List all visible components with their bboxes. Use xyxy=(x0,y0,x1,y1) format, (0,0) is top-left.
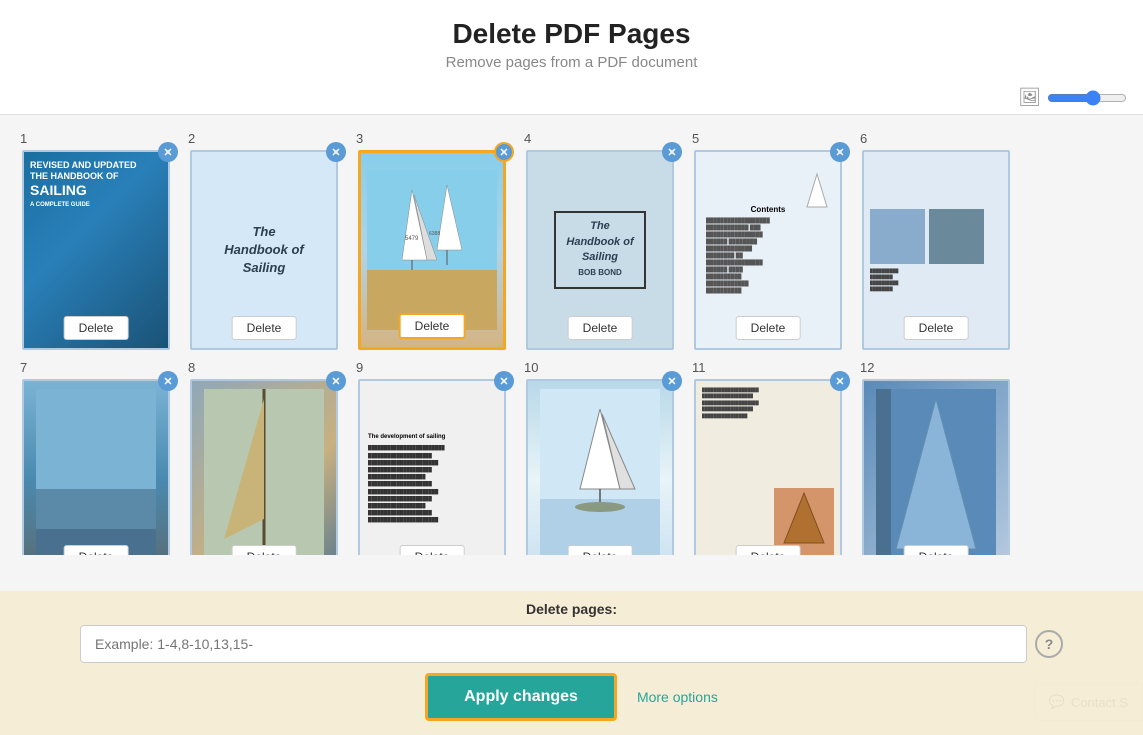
page-number-1: 1 xyxy=(12,131,27,146)
boat-sketch-illustration xyxy=(540,389,660,555)
page-item-12: 12 Delete xyxy=(852,360,1020,555)
blue-sail-illustration xyxy=(876,389,996,555)
page-item-2: 2 TheHandbook ofSailing Delete ✕ xyxy=(180,131,348,350)
svg-text:6388: 6388 xyxy=(429,231,440,237)
help-button[interactable]: ? xyxy=(1035,630,1063,658)
page-item-1: 1 REVISED AND UPDATEDTHE HANDBOOK OFSAIL… xyxy=(12,131,180,350)
page-item-11: 11 ████████████████████ ████████████████… xyxy=(684,360,852,555)
page-thumb-1: REVISED AND UPDATEDTHE HANDBOOK OFSAILIN… xyxy=(22,150,170,350)
delete-button-3[interactable]: Delete xyxy=(399,313,466,339)
page-thumb-container-10: Delete ✕ xyxy=(526,379,674,555)
apply-changes-button[interactable]: Apply changes xyxy=(425,673,617,721)
close-button-2[interactable]: ✕ xyxy=(326,142,346,162)
delete-button-4[interactable]: Delete xyxy=(568,316,633,340)
delete-button-11[interactable]: Delete xyxy=(736,545,801,555)
page-item-6: 6 ████████████████████████████████████ D… xyxy=(852,131,1020,350)
action-row: Apply changes More options xyxy=(80,673,1063,721)
page-number-2: 2 xyxy=(180,131,195,146)
more-options-link[interactable]: More options xyxy=(637,689,718,705)
delete-button-6[interactable]: Delete xyxy=(904,316,969,340)
mast-illustration xyxy=(204,389,324,555)
close-button-4[interactable]: ✕ xyxy=(662,142,682,162)
close-button-8[interactable]: ✕ xyxy=(326,371,346,391)
page-header: Delete PDF Pages Remove pages from a PDF… xyxy=(0,0,1143,81)
delete-button-10[interactable]: Delete xyxy=(568,545,633,555)
page-thumb-10: Delete xyxy=(526,379,674,555)
page-thumb-container-2: TheHandbook ofSailing Delete ✕ xyxy=(190,150,338,350)
page-thumb-container-12: Delete xyxy=(862,379,1010,555)
pages-grid: 1 REVISED AND UPDATEDTHE HANDBOOK OFSAIL… xyxy=(0,115,1143,555)
page-item-9: 9 The development of sailing ███████████… xyxy=(348,360,516,555)
toolbar: 🖼 xyxy=(0,81,1143,115)
page-subtitle: Remove pages from a PDF document xyxy=(0,54,1143,71)
bottom-panel: Delete pages: ? Apply changes More optio… xyxy=(0,591,1143,735)
close-button-1[interactable]: ✕ xyxy=(158,142,178,162)
delete-button-2[interactable]: Delete xyxy=(232,316,297,340)
sea-illustration-7 xyxy=(36,389,156,555)
delete-pages-label: Delete pages: xyxy=(80,601,1063,617)
delete-button-8[interactable]: Delete xyxy=(232,545,297,555)
delete-button-7[interactable]: Delete xyxy=(64,545,129,555)
page-thumb-container-11: ████████████████████ ██████████████████ … xyxy=(694,379,842,555)
page-thumb-8: Delete xyxy=(190,379,338,555)
page-thumb-7: Delete xyxy=(22,379,170,555)
zoom-slider[interactable] xyxy=(1047,90,1127,106)
page-thumb-container-9: The development of sailing █████████████… xyxy=(358,379,506,555)
page-number-3: 3 xyxy=(348,131,363,146)
page-number-4: 4 xyxy=(516,131,531,146)
close-button-3[interactable]: ✕ xyxy=(494,142,514,162)
page-thumb-11: ████████████████████ ██████████████████ … xyxy=(694,379,842,555)
close-button-7[interactable]: ✕ xyxy=(158,371,178,391)
delete-button-12[interactable]: Delete xyxy=(904,545,969,555)
delete-button-9[interactable]: Delete xyxy=(400,545,465,555)
page-number-9: 9 xyxy=(348,360,363,375)
page-thumb-container-6: ████████████████████████████████████ Del… xyxy=(862,150,1010,350)
page-thumb-container-8: Delete ✕ xyxy=(190,379,338,555)
svg-text:5479: 5479 xyxy=(405,236,419,242)
input-row: ? xyxy=(80,625,1063,663)
page-item-3: 3 5479 xyxy=(348,131,516,350)
page-number-6: 6 xyxy=(852,131,867,146)
page-thumb-2: TheHandbook ofSailing Delete xyxy=(190,150,338,350)
page-title: Delete PDF Pages xyxy=(0,18,1143,50)
small-boat-icon xyxy=(802,172,832,212)
page-thumb-container-3: 5479 6388 Delete ✕ xyxy=(358,150,506,350)
page-number-11: 11 xyxy=(684,360,706,375)
page-item-5: 5 Contents ██████████████████ ██████████… xyxy=(684,131,852,350)
close-button-5[interactable]: ✕ xyxy=(830,142,850,162)
page-item-4: 4 TheHandbook ofSailingBOB BOND Delete ✕ xyxy=(516,131,684,350)
page-thumb-3: 5479 6388 Delete xyxy=(358,150,506,350)
page-number-12: 12 xyxy=(852,360,874,375)
page-thumb-9: The development of sailing █████████████… xyxy=(358,379,506,555)
delete-button-1[interactable]: Delete xyxy=(64,316,129,340)
close-button-10[interactable]: ✕ xyxy=(662,371,682,391)
close-button-9[interactable]: ✕ xyxy=(494,371,514,391)
page-number-10: 10 xyxy=(516,360,538,375)
page-number-8: 8 xyxy=(180,360,195,375)
page-item-7: 7 Delete ✕ xyxy=(12,360,180,555)
page-thumb-5: Contents ██████████████████ ████████████… xyxy=(694,150,842,350)
page-thumb-container-5: Contents ██████████████████ ████████████… xyxy=(694,150,842,350)
page-thumb-4: TheHandbook ofSailingBOB BOND Delete xyxy=(526,150,674,350)
page-number-7: 7 xyxy=(12,360,27,375)
page-thumb-container-1: REVISED AND UPDATEDTHE HANDBOOK OFSAILIN… xyxy=(22,150,170,350)
page-number-5: 5 xyxy=(684,131,699,146)
page-thumb-12: Delete xyxy=(862,379,1010,555)
page-thumb-container-7: Delete ✕ xyxy=(22,379,170,555)
page-item-8: 8 Delete ✕ xyxy=(180,360,348,555)
page-thumb-6: ████████████████████████████████████ Del… xyxy=(862,150,1010,350)
page-thumb-container-4: TheHandbook ofSailingBOB BOND Delete ✕ xyxy=(526,150,674,350)
zoom-icon: 🖼 xyxy=(1018,87,1041,108)
pages-input[interactable] xyxy=(80,625,1027,663)
sailboats-illustration: 5479 6388 xyxy=(367,170,497,330)
page-item-10: 10 Delete ✕ xyxy=(516,360,684,555)
close-button-11[interactable]: ✕ xyxy=(830,371,850,391)
delete-button-5[interactable]: Delete xyxy=(736,316,801,340)
